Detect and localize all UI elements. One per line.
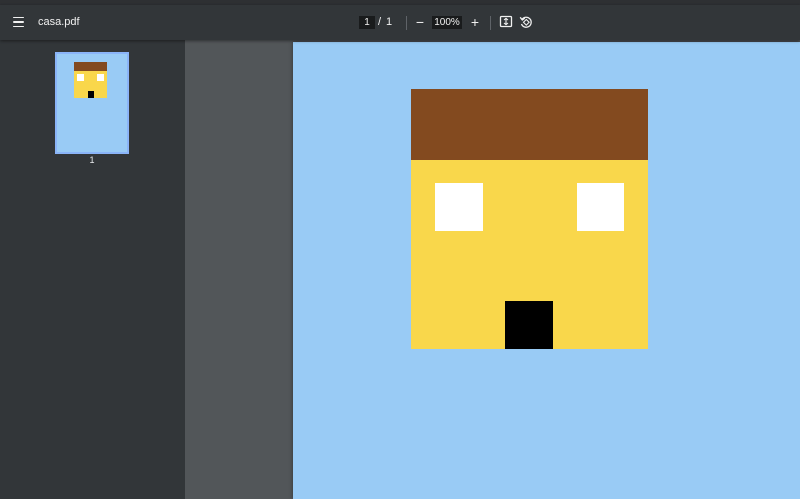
fit-to-page-icon[interactable]	[499, 15, 513, 29]
total-pages: 1	[386, 16, 393, 28]
menu-icon-bar	[12, 21, 24, 23]
right-eye	[577, 183, 624, 231]
thumbnail-mouth	[88, 91, 94, 98]
thumbnail-right-eye	[97, 74, 104, 81]
menu-icon-bar	[12, 16, 24, 19]
page-thumbnail[interactable]	[55, 52, 129, 154]
current-page-input[interactable]: 1	[359, 16, 375, 29]
menu-icon[interactable]	[8, 12, 28, 32]
mouth	[505, 301, 553, 349]
toolbar-divider	[490, 16, 491, 30]
menu-icon-bar	[12, 25, 24, 28]
zoom-out-button[interactable]: −	[413, 15, 427, 29]
page-separator: /	[378, 16, 382, 28]
hair-block	[411, 89, 648, 160]
document-title: casa.pdf	[38, 16, 80, 28]
rotate-counterclockwise-icon[interactable]	[519, 15, 533, 29]
thumbnail-page-number: 1	[89, 155, 95, 165]
zoom-in-button[interactable]: +	[468, 15, 482, 29]
thumbnail-hair	[74, 62, 107, 71]
thumbnail-sidebar: 1	[0, 40, 185, 499]
pdf-page	[293, 42, 800, 499]
thumbnail-left-eye	[77, 74, 84, 81]
pdf-toolbar: casa.pdf 1 / 1 − 100% +	[0, 5, 800, 40]
toolbar-divider	[406, 16, 407, 30]
left-eye	[435, 183, 483, 231]
zoom-level-input[interactable]: 100%	[432, 16, 462, 29]
